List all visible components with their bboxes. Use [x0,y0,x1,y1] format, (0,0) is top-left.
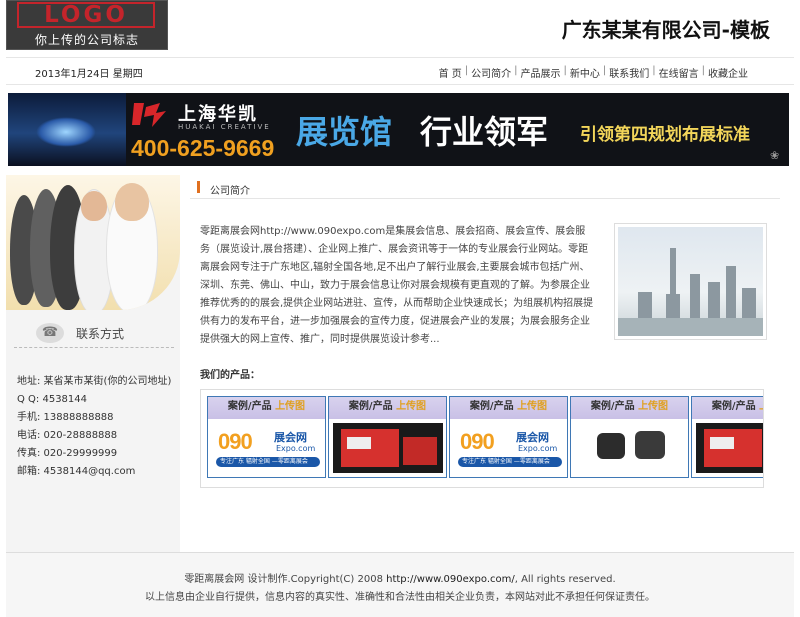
city-photo [614,223,767,340]
nav-separator: | [701,65,705,76]
expo-090-number: 090 [218,429,253,454]
product-image[interactable]: 090 展会网 Expo.com 专注广东 辐射全国 —零距离展会 [208,419,325,477]
nav-news[interactable]: 新中心 [570,65,600,80]
expo-090-slogan: 专注广东 辐射全国 —零距离展会 [216,457,320,467]
footer: 零距离展会网 设计制作.Copyright(C) 2008 http://www… [6,552,794,617]
contact-address: 地址: 某省某市某街(你的公司地址) [17,376,172,387]
nav-separator: | [652,65,656,76]
company-logo[interactable]: LOGO 你上传的公司标志 [6,0,168,50]
paw-icon: ❀ [770,149,780,162]
product-card[interactable]: 案例/产品 上传图 090 展会网 Expo.com 专注广东 辐射全国 —零距离展会 [207,396,326,478]
company-title: 广东某某有限公司-模板 [561,18,770,42]
header: LOGO 你上传的公司标志 广东某某有限公司-模板 [0,0,800,57]
product-card[interactable]: 案例/产品 上传图 [691,396,763,478]
expo-090-slogan: 专注广东 辐射全国 —零距离展会 [458,457,562,467]
current-date: 2013年1月24日 星期四 [35,69,143,80]
nav-about[interactable]: 公司简介 [471,65,511,80]
footer-disclaimer: 以上信息由企业自行提供，信息内容的真实性、准确性和合法性由相关企业负责，本网站对… [145,592,655,603]
expo-090-cn: 展会网 [274,431,307,444]
product-card-label-text: 案例/产品 [348,401,393,412]
contact-title: 联系方式 [76,327,125,341]
hero-banner[interactable]: 上海华凯 HUAKAI CREATIVE 400-625-9669 展览馆 行业… [8,93,789,166]
product-card-upload-text: 上传图 [638,401,669,412]
product-card-label: 案例/产品 上传图 [450,397,567,419]
product-card-upload-text: 上传图 [396,401,427,412]
contact-qq: Q Q: 4538144 [17,394,88,405]
contact-phone: 电话: 020-28888888 [17,430,118,441]
banner-phone: 400-625-9669 [131,135,275,161]
product-card[interactable]: 案例/产品 上传图 090 展会网 Expo.com 专注广东 辐射全国 —零距离展会 [449,396,568,478]
product-card[interactable]: 案例/产品 上传图 [570,396,689,478]
product-card-label: 案例/产品 上传图 [692,397,763,419]
sidebar: ☎ 联系方式 地址: 某省某市某街(你的公司地址) Q Q: 4538144 手… [6,175,180,552]
contact-mobile: 手机: 13888888888 [17,412,114,423]
product-card[interactable]: 案例/产品 上传图 [328,396,447,478]
section-header: 公司简介 [190,177,780,199]
contact-email[interactable]: 邮箱: 4538144@qq.com [17,463,171,481]
product-card-label: 案例/产品 上传图 [571,397,688,419]
product-card-label-text: 案例/产品 [227,401,272,412]
products-heading: 我们的产品： [200,370,260,381]
section-title: 公司简介 [210,186,250,197]
nav-separator: | [464,65,469,76]
staff-photo [6,175,180,310]
nav-products[interactable]: 产品展示 [521,65,561,80]
telephone-icon: ☎ [36,323,64,343]
expo-090-en: Expo.com [518,444,558,453]
product-card-label: 案例/产品 上传图 [329,397,446,419]
product-card-upload-text: 上传图 [517,401,548,412]
nav-separator: | [602,65,607,76]
banner-brand-en: HUAKAI CREATIVE [178,123,271,131]
logo-subtitle: 你上传的公司标志 [34,33,139,47]
expo-090-logo: 090 展会网 Expo.com 专注广东 辐射全国 —零距离展会 [454,423,564,473]
product-card-label-text: 案例/产品 [469,401,514,412]
huakai-logo-icon [132,103,166,127]
top-navbar: 2013年1月24日 星期四 首 页 | 公司简介 | 产品展示 | 新中心 |… [6,57,794,85]
products-carousel[interactable]: 案例/产品 上传图 090 展会网 Expo.com 专注广东 辐射全国 —零距离展会案… [200,389,764,488]
contact-heading: ☎ 联系方式 [36,323,176,345]
contact-fax: 传真: 020-29999999 [17,448,118,459]
product-image[interactable] [571,419,688,477]
product-card-label-text: 案例/产品 [711,401,756,412]
product-card-label-text: 案例/产品 [590,401,635,412]
expo-090-en: Expo.com [276,444,316,453]
motor-product-image [575,423,685,473]
exhibition-booth-image [696,423,763,473]
footer-copyright-suffix: , All rights reserved. [514,574,616,585]
divider [14,347,174,348]
expo-090-logo: 090 展会网 Expo.com 专注广东 辐射全国 —零距离展会 [212,423,322,473]
contact-list: 地址: 某省某市某街(你的公司地址) Q Q: 4538144 手机: 1388… [17,373,171,481]
banner-exhibition-image [8,93,126,166]
nav-bookmark[interactable]: 收藏企业 [708,65,748,80]
product-image[interactable] [692,419,763,477]
footer-site-link[interactable]: http://www.090expo.com/ [386,574,515,585]
company-intro: 零距离展会网http://www.090expo.com是集展会信息、展会招商、… [200,226,594,345]
exhibition-booth-image [333,423,443,473]
nav-contact[interactable]: 联系我们 [609,65,649,80]
logo-text: LOGO [17,2,155,28]
main-content: 公司简介 零距离展会网http://www.090expo.com是集展会信息、… [190,175,794,552]
nav-guestbook[interactable]: 在线留言 [659,65,699,80]
nav-separator: | [563,65,567,76]
banner-headline-b: 行业领军 [420,113,549,151]
product-image[interactable] [329,419,446,477]
footer-copyright-prefix: 零距离展会网 设计制作.Copyright(C) 2008 [184,574,387,585]
product-card-upload-text: 上传图 [275,401,306,412]
section-marker [197,181,200,193]
expo-090-number: 090 [460,429,495,454]
banner-headline-a: 展览馆 [296,113,393,151]
footer-copyright: 零距离展会网 设计制作.Copyright(C) 2008 http://www… [6,570,794,585]
banner-tagline: 引领第四规划布展标准 [580,125,750,145]
expo-090-cn: 展会网 [516,431,549,444]
product-card-label: 案例/产品 上传图 [208,397,325,419]
product-image[interactable]: 090 展会网 Expo.com 专注广东 辐射全国 —零距离展会 [450,419,567,477]
product-card-upload-text: 上传图 [759,401,763,412]
nav-home[interactable]: 首 页 [439,65,462,80]
nav-separator: | [514,65,518,76]
main-nav: 首 页 | 公司简介 | 产品展示 | 新中心 | 联系我们 | 在线留言 | … [439,65,748,80]
